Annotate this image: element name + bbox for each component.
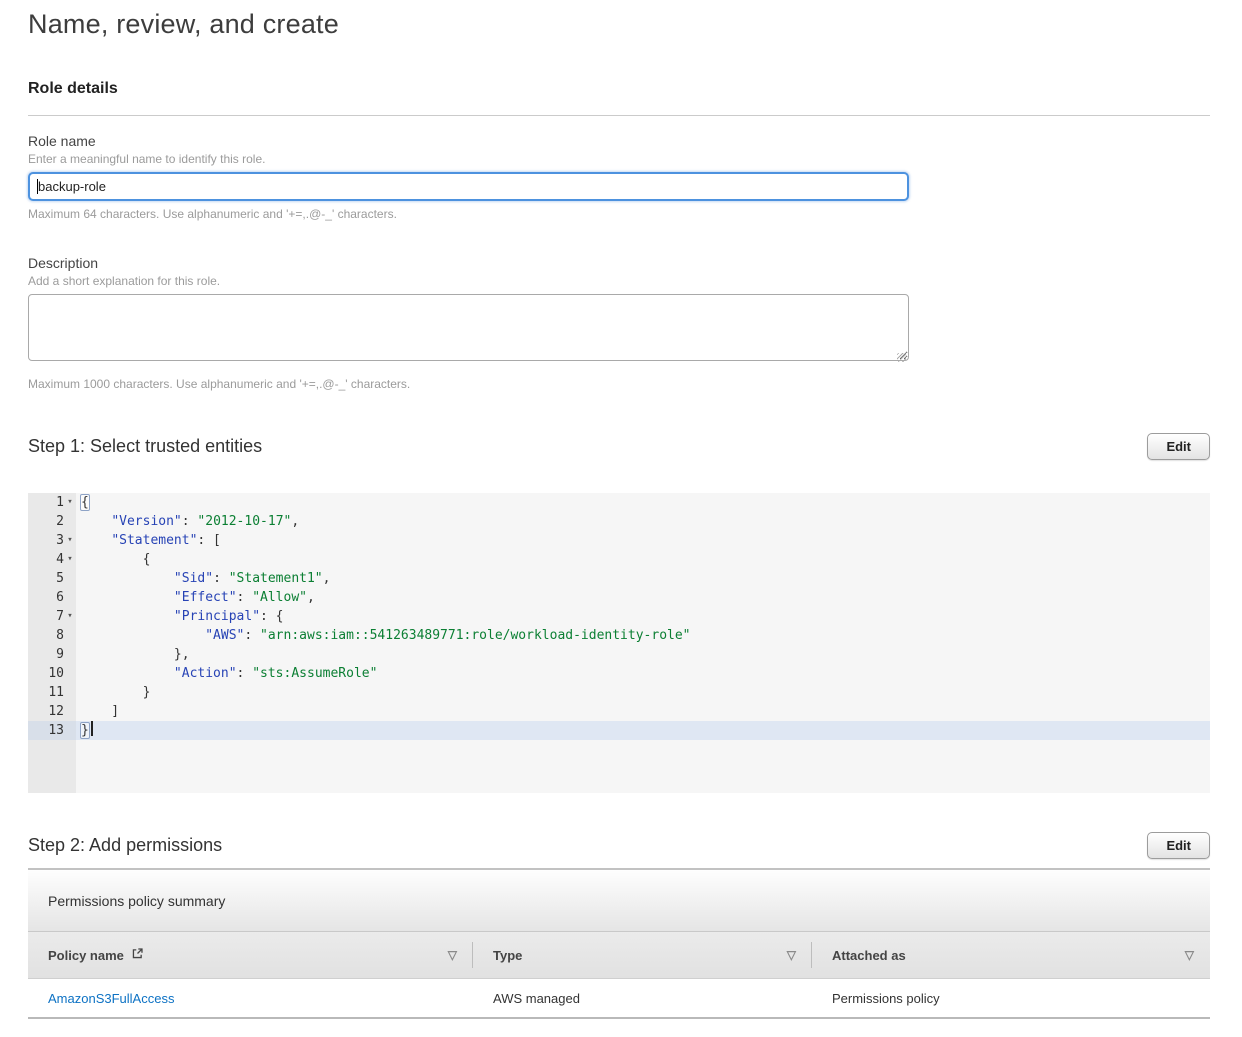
role-name-input[interactable] [28,172,909,201]
table-row: AmazonS3FullAccess AWS managed Permissio… [28,979,1210,1019]
description-textarea[interactable] [28,294,909,361]
editor-code-line[interactable]: "Statement": [ [76,531,1210,550]
editor-line-number[interactable]: 4▾ [28,550,76,569]
step2-heading: Step 2: Add permissions [28,835,222,856]
external-link-icon [131,947,144,963]
step1-header-row: Step 1: Select trusted entities Edit [28,433,1210,460]
sort-filter-icon[interactable]: ▽ [448,948,457,962]
editor-code-line[interactable]: "Sid": "Statement1", [76,569,1210,588]
editor-line-number: 5 [28,569,76,588]
text-cursor [91,721,93,736]
policy-type-cell: AWS managed [473,991,812,1006]
sort-filter-icon[interactable]: ▽ [787,948,796,962]
editor-code-line[interactable]: { [76,550,1210,569]
column-header-policy-name[interactable]: Policy name ▽ [28,932,473,978]
editor-line-number[interactable]: 3▾ [28,531,76,550]
editor-gutter: 1▾23▾4▾567▾8910111213 [28,493,76,793]
policy-name-cell: AmazonS3FullAccess [28,991,473,1006]
editor-line-number: 9 [28,645,76,664]
editor-code-line[interactable]: { [76,493,1210,512]
role-details-heading: Role details [28,80,1210,98]
step2-header-row: Step 2: Add permissions Edit [28,832,1210,859]
editor-code-line[interactable]: "Action": "sts:AssumeRole" [76,664,1210,683]
editor-line-number[interactable]: 7▾ [28,607,76,626]
column-header-attached-as[interactable]: Attached as ▽ [812,932,1210,978]
fold-arrow-icon[interactable]: ▾ [64,550,76,569]
description-label: Description [28,255,1210,272]
editor-code-line[interactable]: } [76,683,1210,702]
sort-filter-icon[interactable]: ▽ [1185,948,1194,962]
editor-line-number: 12 [28,702,76,721]
attached-as-cell: Permissions policy [812,991,1210,1006]
role-name-input-wrap [28,172,909,201]
description-textarea-wrap [28,294,909,366]
text-caret [37,179,38,194]
trust-policy-editor[interactable]: 1▾23▾4▾567▾8910111213 { "Version": "2012… [28,493,1210,793]
editor-code-line[interactable]: ] [76,702,1210,721]
editor-line-number: 11 [28,683,76,702]
editor-line-number: 2 [28,512,76,531]
description-constraint: Maximum 1000 characters. Use alphanumeri… [28,377,1210,392]
editor-code-line[interactable]: }, [76,645,1210,664]
editor-code[interactable]: { "Version": "2012-10-17", "Statement": … [76,493,1210,793]
page-container: Name, review, and create Role details Ro… [0,0,1242,1019]
permissions-summary-panel: Permissions policy summary Policy name ▽… [28,868,1210,1019]
step2-edit-button[interactable]: Edit [1147,832,1210,859]
editor-code-line[interactable]: "AWS": "arn:aws:iam::541263489771:role/w… [76,626,1210,645]
editor-line-number: 10 [28,664,76,683]
editor-code-line[interactable]: } [76,721,1210,740]
editor-code-line[interactable]: "Version": "2012-10-17", [76,512,1210,531]
permissions-panel-title: Permissions policy summary [28,870,1210,932]
editor-code-line[interactable]: "Effect": "Allow", [76,588,1210,607]
permissions-table-header: Policy name ▽ Type ▽ Attached as ▽ [28,932,1210,979]
editor-line-number[interactable]: 1▾ [28,493,76,512]
description-hint: Add a short explanation for this role. [28,274,1210,289]
fold-arrow-icon[interactable]: ▾ [64,607,76,626]
editor-code-line[interactable]: "Principal": { [76,607,1210,626]
role-name-label: Role name [28,133,1210,150]
editor-line-number: 6 [28,588,76,607]
fold-arrow-icon[interactable]: ▾ [64,493,76,512]
page-title: Name, review, and create [28,0,1210,40]
step1-edit-button[interactable]: Edit [1147,433,1210,460]
column-header-type[interactable]: Type ▽ [473,932,812,978]
role-name-constraint: Maximum 64 characters. Use alphanumeric … [28,207,1210,222]
policy-name-link[interactable]: AmazonS3FullAccess [48,991,174,1006]
role-name-hint: Enter a meaningful name to identify this… [28,152,1210,167]
editor-line-number: 8 [28,626,76,645]
editor-line-number: 13 [28,721,76,740]
section-divider [28,115,1210,116]
step1-heading: Step 1: Select trusted entities [28,436,262,457]
fold-arrow-icon[interactable]: ▾ [64,531,76,550]
